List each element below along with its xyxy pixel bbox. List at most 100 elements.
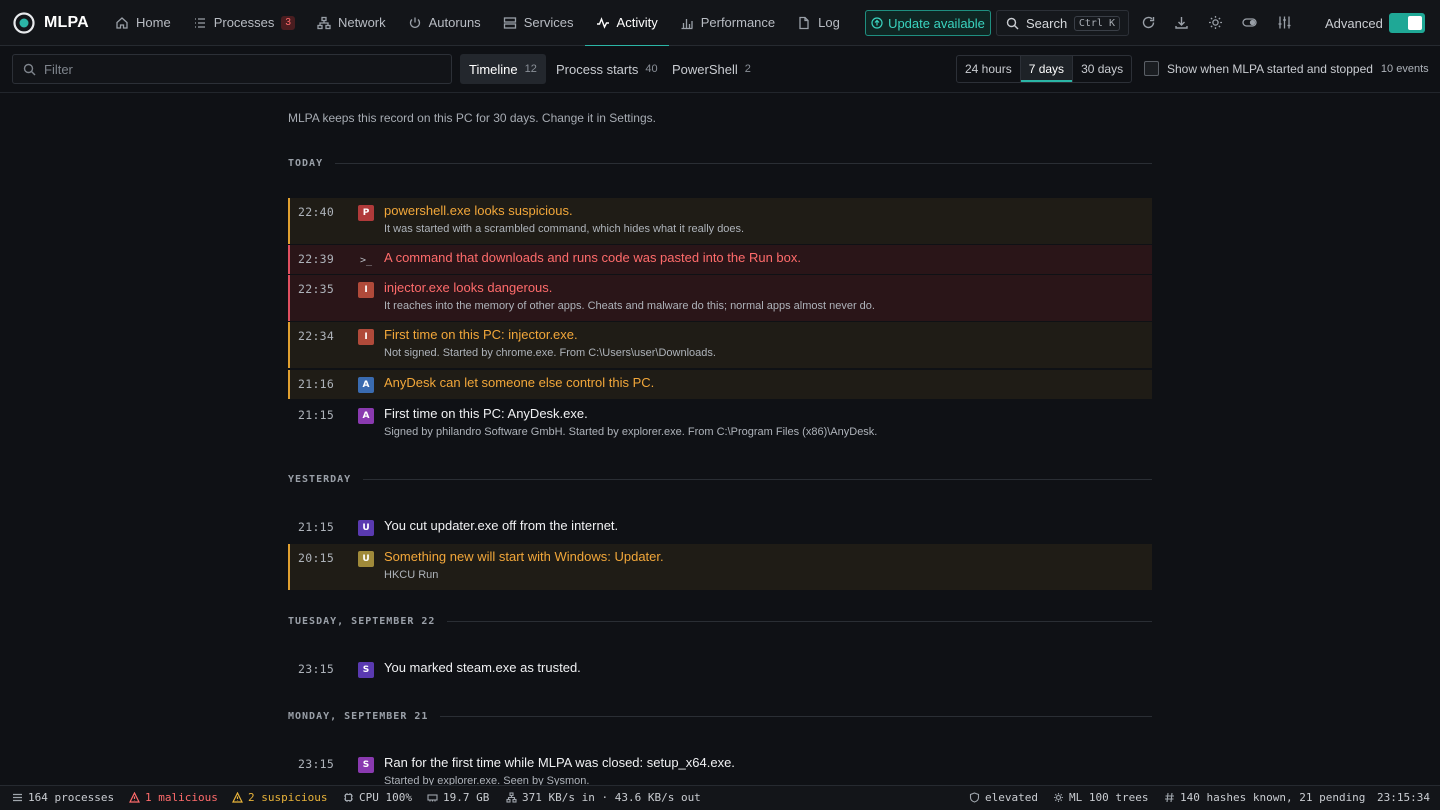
day-header: TODAY [288,158,1152,169]
show-started-stopped-checkbox[interactable] [1144,61,1159,76]
warning-triangle-icon [129,792,140,803]
nav-performance[interactable]: Performance [669,0,786,46]
search-button[interactable]: Search Ctrl K [996,10,1129,36]
process-icon: P [358,205,374,221]
cpu-icon [344,793,353,802]
home-icon [116,16,128,29]
day-header: TUESDAY, SEPTEMBER 22 [288,616,1152,627]
event-time: 20:15 [298,551,335,565]
event-time: 23:15 [298,757,335,771]
show-started-stopped-label: Show when MLPA started and stopped [1167,61,1373,76]
process-icon: I [358,329,374,345]
list-icon [13,793,22,802]
day-divider [335,163,1152,164]
top-bar: MLPA Home Processes 3 Network Autoruns S… [0,0,1440,47]
event-time: 22:39 [298,252,335,266]
process-icon: I [358,282,374,298]
range-30-days[interactable]: 30 days [1073,56,1131,82]
filter-input[interactable] [44,61,424,77]
timeline-event[interactable]: 22:39 >_ A command that downloads and ru… [288,245,1152,274]
search-shortcut: Ctrl K [1073,15,1120,31]
event-time: 21:15 [298,520,335,534]
range-24-hours[interactable]: 24 hours [957,56,1021,82]
filter-field[interactable] [12,54,452,84]
search-icon [23,63,36,75]
nav-network[interactable]: Network [306,0,397,46]
day-divider [440,716,1152,717]
status-ml-text: ML 100 trees [1069,791,1149,804]
nav-services-label: Services [523,15,574,30]
day-label: TODAY [288,158,324,169]
process-icon: A [358,408,374,424]
status-malicious[interactable]: 1 malicious [129,791,218,804]
event-time: 21:15 [298,408,335,422]
tab-timeline[interactable]: Timeline 12 [460,54,546,84]
timeline-event[interactable]: 21:15 A First time on this PC: AnyDesk.e… [288,401,1152,447]
download-icon[interactable] [1174,15,1189,30]
search-icon [1006,17,1019,29]
network-icon [317,16,331,29]
status-hashes: 140 hashes known, 21 pending [1164,791,1365,804]
toggle-icon[interactable] [1242,15,1257,30]
memory-icon [427,794,438,802]
timeline-event[interactable]: 21:15 U You cut updater.exe off from the… [288,513,1152,542]
processes-alert-badge: 3 [281,15,295,30]
advanced-toggle[interactable] [1389,13,1425,33]
event-time: 22:34 [298,329,335,343]
event-title: First time on this PC: AnyDesk.exe. [384,406,588,421]
status-cpu-text: CPU 100% [359,791,412,804]
process-icon: A [358,377,374,393]
advanced-label: Advanced [1325,16,1383,31]
app-logo[interactable]: MLPA [0,11,104,34]
day-divider [447,621,1152,622]
nav-network-label: Network [337,15,386,30]
timeline-event[interactable]: 22:35 I injector.exe looks dangerous. It … [288,275,1152,321]
document-icon [799,16,809,29]
tab-powershell[interactable]: PowerShell 2 [663,54,760,84]
status-suspicious[interactable]: 2 suspicious [232,791,327,804]
nav-autoruns-label: Autoruns [428,15,481,30]
status-bar: 164 processes 1 malicious 2 suspicious C… [0,785,1440,810]
process-icon: U [358,551,374,567]
time-range-selector: 24 hours 7 days 30 days [956,55,1133,83]
update-label: Update available [888,15,985,31]
nav-activity[interactable]: Activity [584,0,669,47]
status-network: 371 KB/s in · 43.6 KB/s out [506,791,701,804]
status-elevated-text: elevated [985,791,1038,804]
timeline-event[interactable]: 20:15 U Something new will start with Wi… [288,544,1152,590]
sliders-icon[interactable] [1277,15,1292,30]
tab-process-starts[interactable]: Process starts 40 [547,54,667,84]
status-processes[interactable]: 164 processes [12,791,114,804]
event-detail: Signed by philandro Software GmbH. Start… [384,426,878,438]
update-available-button[interactable]: Update available [865,10,991,36]
day-label: TUESDAY, SEPTEMBER 22 [288,616,436,627]
timeline-event[interactable]: 22:40 P powershell.exe looks suspicious.… [288,198,1152,244]
nav-home[interactable]: Home [104,0,182,46]
timeline-event[interactable]: 22:34 I First time on this PC: injector.… [288,322,1152,368]
bar-chart-icon [681,18,693,29]
sun-icon[interactable] [1208,15,1223,30]
status-memory-text: 19.7 GB [443,791,490,804]
status-hashes-text: 140 hashes known, 21 pending [1180,791,1366,804]
retention-note: MLPA keeps this record on this PC for 30… [288,111,656,125]
power-icon [409,17,420,28]
timeline-event[interactable]: 21:16 A AnyDesk can let someone else con… [288,370,1152,399]
range-7-days[interactable]: 7 days [1020,56,1074,82]
nav-services[interactable]: Services [492,0,585,46]
activity-toolbar: Timeline 12 Process starts 40 PowerShell… [0,46,1440,93]
event-time: 21:16 [298,377,335,391]
event-title: injector.exe looks dangerous. [384,280,553,295]
timeline-event[interactable]: 23:15 S Ran for the first time while MLP… [288,750,1152,785]
event-detail: Not signed. Started by chrome.exe. From … [384,347,716,359]
nav-log[interactable]: Log [786,0,851,46]
tab-process-starts-label: Process starts [556,61,639,77]
event-time: 23:15 [298,662,335,676]
status-processes-text: 164 processes [28,791,115,804]
show-started-stopped-option[interactable]: Show when MLPA started and stopped 10 ev… [1144,61,1429,76]
nav-autoruns[interactable]: Autoruns [397,0,492,46]
activity-icon [596,16,609,29]
tab-process-starts-count: 40 [645,63,658,75]
refresh-icon[interactable] [1141,15,1156,30]
nav-processes[interactable]: Processes 3 [182,0,306,46]
timeline-event[interactable]: 23:15 S You marked steam.exe as trusted. [288,655,1152,684]
